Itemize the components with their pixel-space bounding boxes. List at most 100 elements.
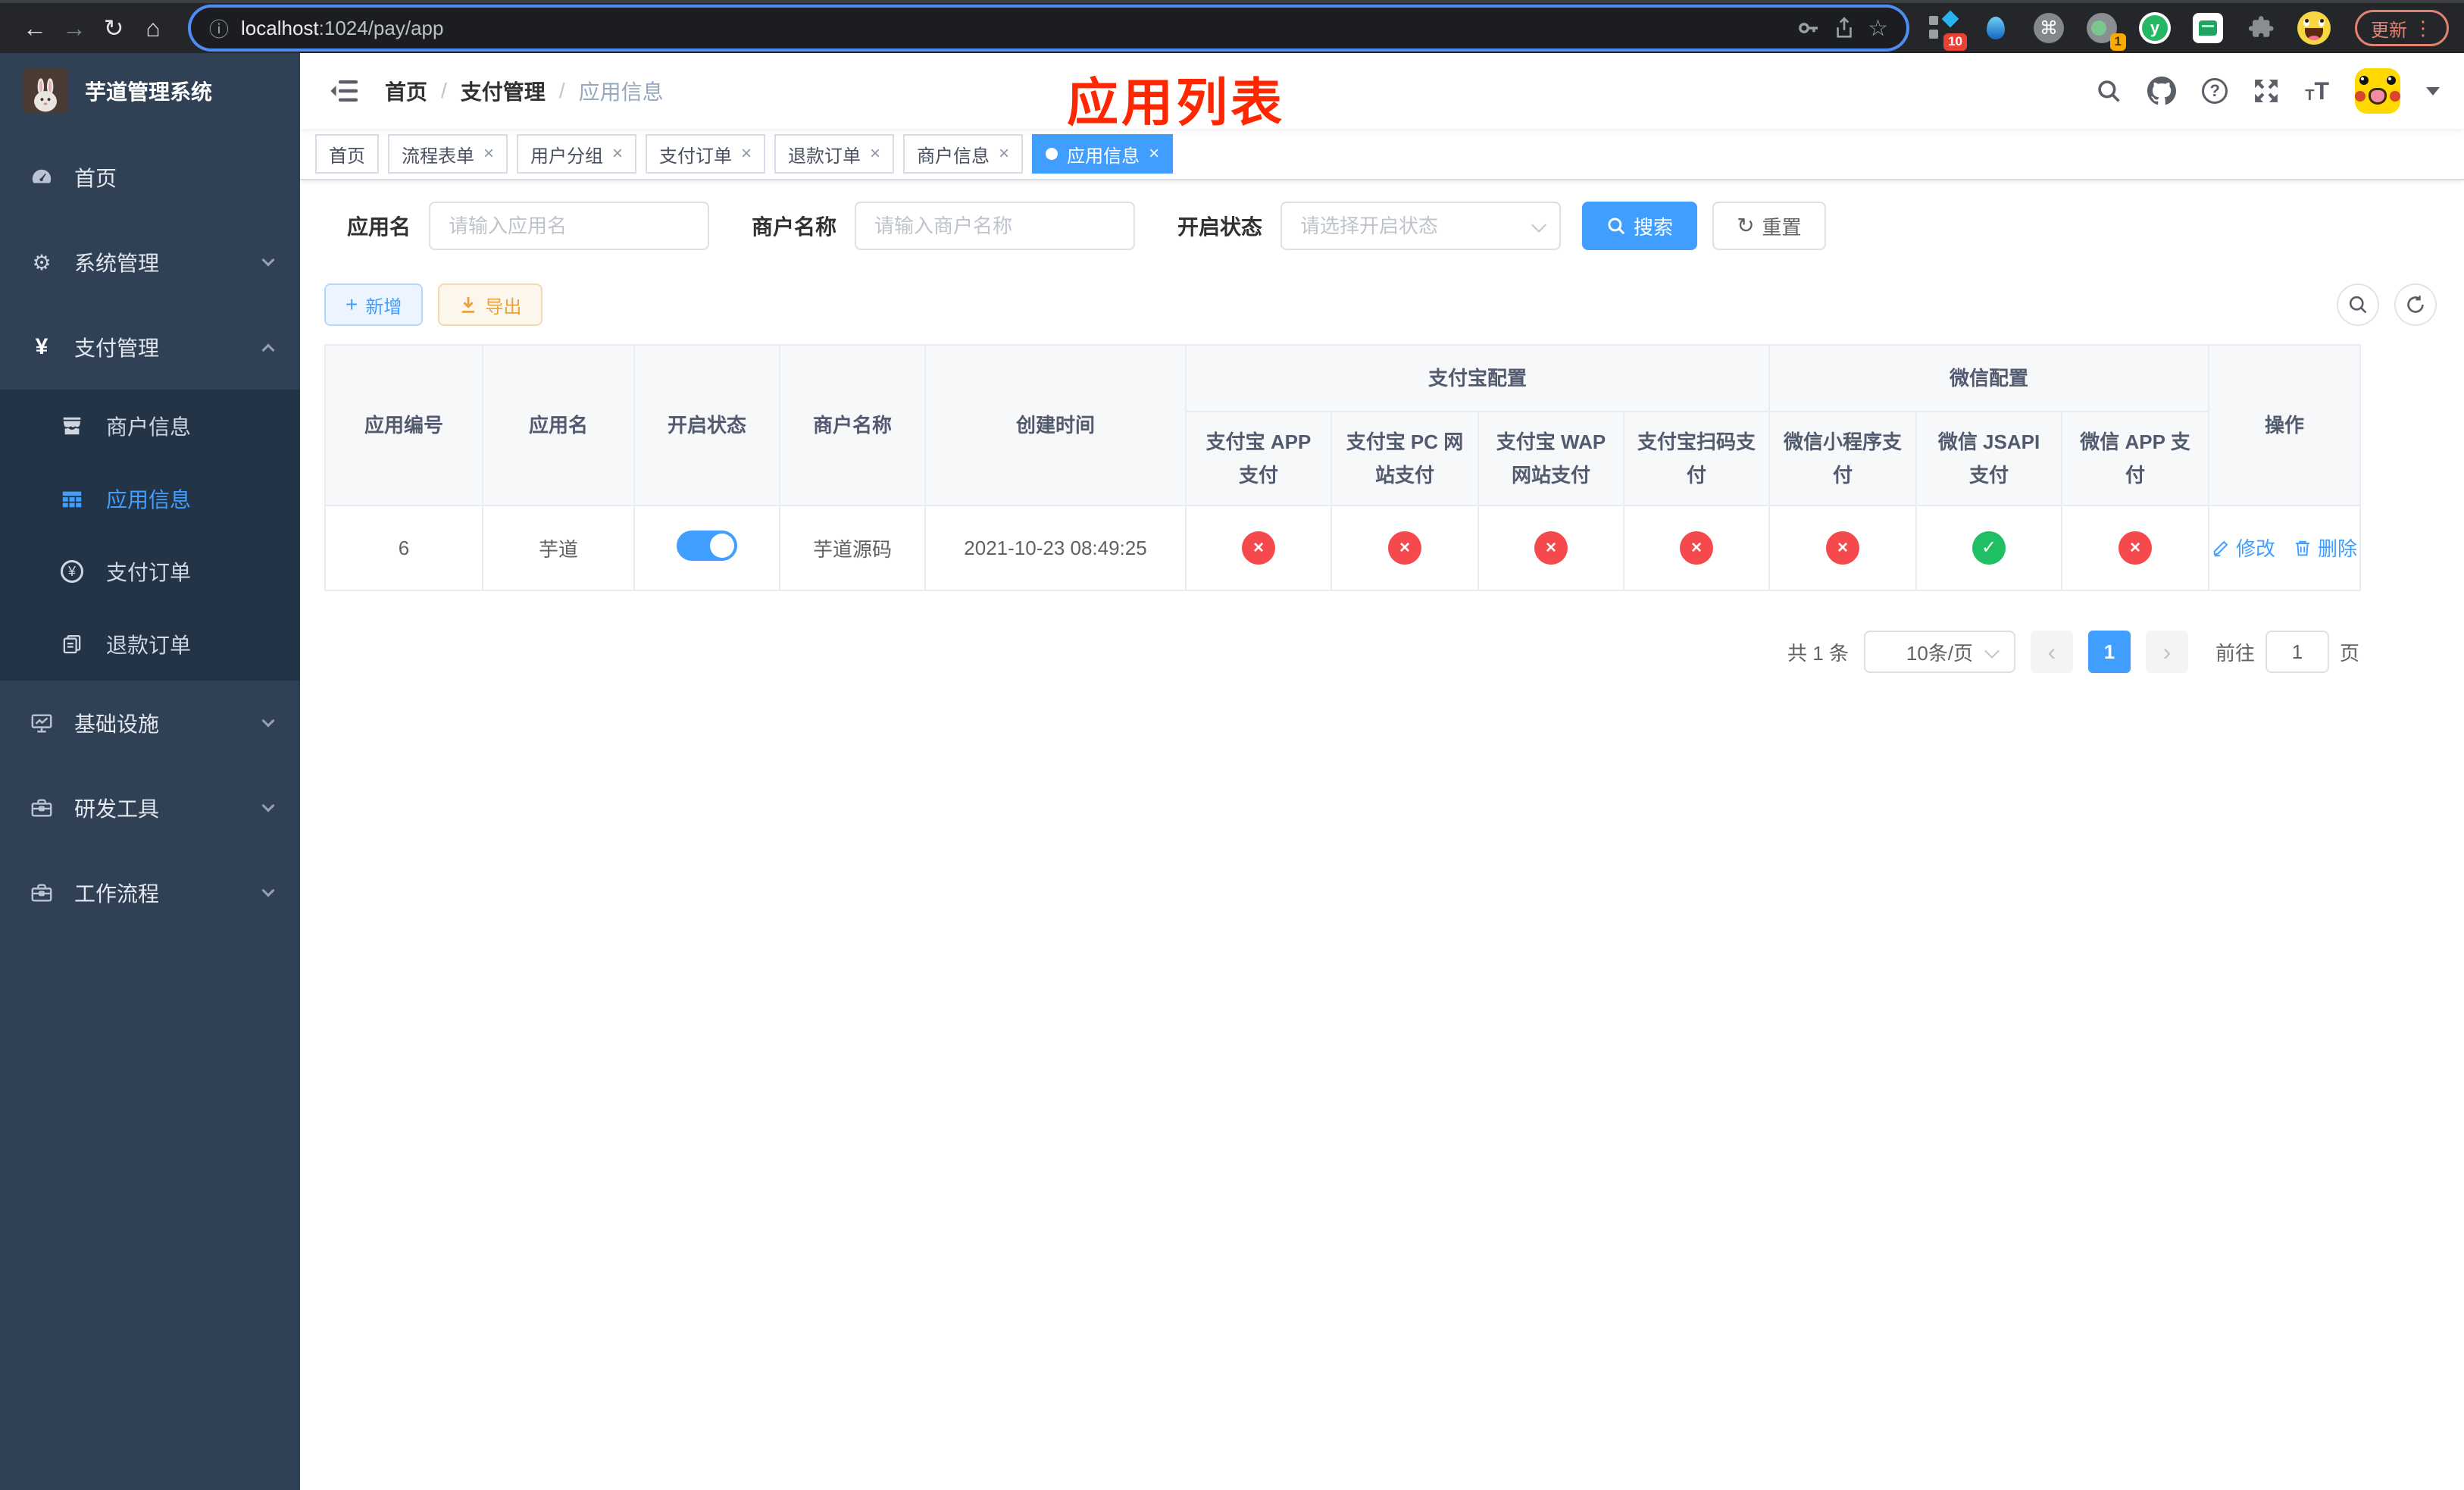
sidebar-item-workflow[interactable]: 工作流程	[0, 850, 300, 935]
font-size-icon[interactable]: TT	[2305, 79, 2329, 103]
status-select[interactable]	[1280, 202, 1562, 250]
cell-create-time: 2021-10-23 08:49:25	[924, 505, 1187, 591]
search-button[interactable]: 搜索	[1582, 202, 1698, 250]
password-key-icon[interactable]	[1796, 16, 1821, 40]
gear-icon: ⚙	[32, 250, 52, 274]
status-toggle[interactable]	[677, 530, 737, 561]
browser-reload-button[interactable]: ↻	[94, 8, 133, 48]
table-row: 6 芋道 芋道源码 2021-10-23 08:49:25 × × × × × …	[324, 505, 2362, 591]
document-icon	[59, 634, 85, 655]
col-header-alipay-qr: 支付宝扫码支付	[1622, 411, 1771, 506]
browser-home-button[interactable]: ⌂	[133, 8, 173, 48]
tag-app-info[interactable]: 应用信息 ×	[1032, 134, 1174, 174]
app-name-input[interactable]	[429, 202, 710, 250]
browser-profile-avatar[interactable]	[2296, 10, 2332, 46]
page-number-1[interactable]: 1	[2087, 631, 2131, 673]
yuan-icon: ¥	[35, 334, 48, 359]
address-bar[interactable]: ⓘ localhost:1024/pay/app ☆	[191, 8, 1906, 49]
app-title: 芋道管理系统	[85, 80, 213, 104]
close-icon[interactable]: ×	[612, 145, 623, 163]
help-icon[interactable]: ?	[2202, 78, 2228, 104]
col-header-actions: 操作	[2208, 344, 2362, 506]
cell-app-id: 6	[324, 505, 483, 591]
refresh-button[interactable]	[2394, 283, 2437, 326]
col-group-wechat: 微信配置	[1768, 344, 2210, 412]
tag-home[interactable]: 首页	[315, 134, 379, 174]
avatar-dropdown-caret[interactable]	[2426, 86, 2440, 95]
sidebar-item-infrastructure[interactable]: 基础设施	[0, 681, 300, 765]
extension-command-icon[interactable]: ⌘	[2031, 10, 2067, 46]
prev-page-button[interactable]: ‹	[2030, 631, 2073, 673]
extensions-puzzle-icon[interactable]	[2243, 10, 2279, 46]
status-label: 开启状态	[1177, 215, 1263, 239]
goto-group: 前往 页	[2215, 631, 2359, 673]
cell-merchant: 芋道源码	[779, 505, 926, 591]
goto-page-input[interactable]	[2265, 631, 2329, 673]
next-page-button[interactable]: ›	[2145, 631, 2188, 673]
app-container: 芋道管理系统 首页 ⚙ 系统管理 ¥ 支付管理 商户信息 应用信息 ¥ 支付订单…	[0, 53, 2464, 1490]
edit-link[interactable]: 修改	[2212, 534, 2275, 562]
extension-grid-icon[interactable]: 10	[1925, 10, 1967, 51]
chrome-update-button[interactable]: 更新 ⋮	[2355, 10, 2449, 46]
browser-back-button[interactable]: ←	[15, 8, 55, 48]
sidebar-item-home[interactable]: 首页	[0, 135, 300, 220]
tag-merchant-info[interactable]: 商户信息 ×	[903, 134, 1024, 174]
breadcrumb-home[interactable]: 首页	[385, 76, 427, 106]
chevron-down-icon	[1984, 643, 2000, 659]
chevron-down-icon	[261, 799, 275, 812]
store-icon	[59, 415, 85, 437]
add-button[interactable]: + 新增	[324, 283, 424, 326]
sidebar-item-dev-tools[interactable]: 研发工具	[0, 765, 300, 850]
sidebar-item-pay-order[interactable]: ¥ 支付订单	[0, 535, 300, 608]
table-tools	[2337, 283, 2437, 326]
delete-link[interactable]: 删除	[2294, 534, 2357, 562]
tag-user-group[interactable]: 用户分组 ×	[517, 134, 637, 174]
sidebar-item-payment[interactable]: ¥ 支付管理	[0, 305, 300, 390]
close-icon[interactable]: ×	[483, 145, 494, 163]
site-info-icon[interactable]: ⓘ	[209, 14, 229, 42]
close-icon[interactable]: ×	[1149, 145, 1159, 163]
merchant-name-input[interactable]	[855, 202, 1136, 250]
bookmark-star-icon[interactable]: ☆	[1868, 15, 1888, 42]
header-search-icon[interactable]	[2096, 78, 2122, 104]
cell-alipay-pc: ×	[1330, 505, 1479, 591]
reset-button[interactable]: ↻ 重置	[1712, 202, 1826, 250]
extension-chat-icon[interactable]	[2190, 10, 2226, 46]
tag-pay-order[interactable]: 支付订单 ×	[646, 134, 766, 174]
fullscreen-icon[interactable]	[2253, 78, 2279, 104]
app-name-label: 应用名	[347, 215, 411, 239]
tag-process-form[interactable]: 流程表单 ×	[388, 134, 508, 174]
status-select-input[interactable]	[1280, 202, 1562, 250]
col-header-alipay-pc: 支付宝 PC 网站支付	[1330, 411, 1479, 506]
extension-yuque-icon[interactable]: y	[2137, 10, 2173, 46]
sidebar-logo[interactable]: 芋道管理系统	[0, 53, 300, 129]
sidebar-item-label: 支付管理	[74, 337, 160, 360]
url-text[interactable]: localhost:1024/pay/app	[241, 17, 443, 40]
user-avatar[interactable]	[2355, 68, 2400, 114]
extension-balloon-icon[interactable]	[1978, 10, 2014, 46]
sidebar-item-merchant-info[interactable]: 商户信息	[0, 390, 300, 462]
close-icon[interactable]: ×	[741, 145, 752, 163]
sidebar-item-app-info[interactable]: 应用信息	[0, 462, 300, 535]
close-icon[interactable]: ×	[999, 145, 1009, 163]
share-icon[interactable]	[1833, 17, 1856, 39]
sidebar-item-label: 工作流程	[74, 882, 160, 906]
page-size-select[interactable]: 10条/页	[1863, 631, 2015, 673]
close-icon[interactable]: ×	[870, 145, 880, 163]
grid-table-icon	[59, 487, 85, 510]
breadcrumb-section[interactable]: 支付管理	[461, 76, 546, 106]
toggle-search-button[interactable]	[2337, 283, 2379, 326]
github-icon[interactable]	[2147, 77, 2177, 105]
extension-recorder-icon[interactable]: 1	[2084, 10, 2126, 51]
browser-menu-icon[interactable]: ⋮	[2413, 17, 2433, 40]
export-button[interactable]: 导出	[438, 283, 543, 326]
sidebar-item-refund-order[interactable]: 退款订单	[0, 608, 300, 681]
sidebar-collapse-icon[interactable]	[324, 73, 364, 109]
breadcrumb-separator: /	[441, 79, 447, 102]
extension-badge: 10	[1943, 33, 1967, 51]
sidebar-item-system[interactable]: ⚙ 系统管理	[0, 220, 300, 305]
tag-refund-order[interactable]: 退款订单 ×	[774, 134, 895, 174]
disabled-status-icon: ×	[1534, 531, 1568, 565]
browser-forward-button[interactable]: →	[55, 8, 94, 48]
plus-icon: +	[346, 293, 358, 316]
